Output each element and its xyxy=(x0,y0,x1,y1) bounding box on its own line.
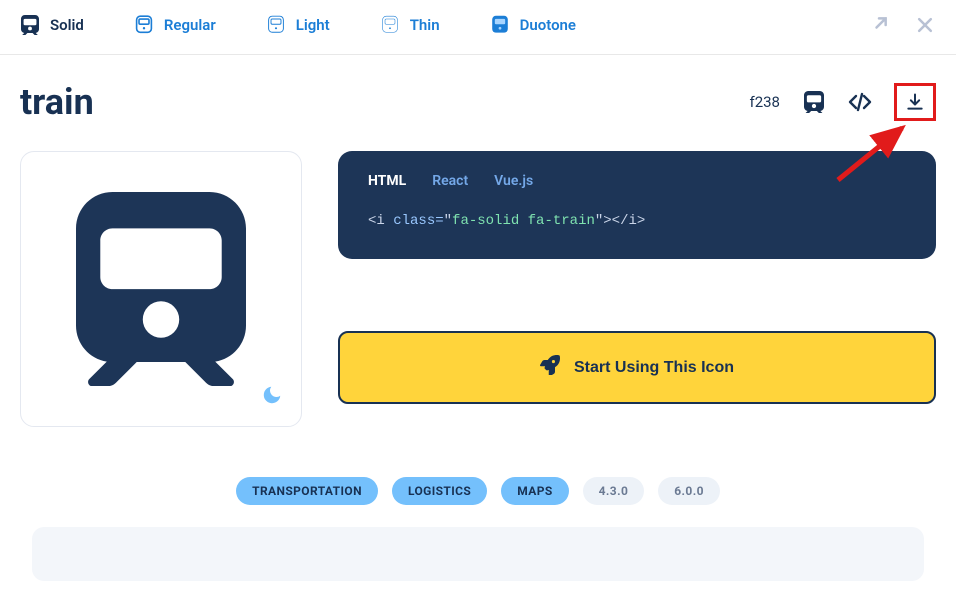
copy-glyph-button[interactable] xyxy=(802,90,826,114)
tag-logistics[interactable]: LOGISTICS xyxy=(392,477,487,505)
icon-header: train f238 xyxy=(20,81,936,123)
download-button[interactable] xyxy=(894,83,936,121)
dark-mode-toggle[interactable] xyxy=(261,384,283,412)
tag-version-430[interactable]: 4.3.0 xyxy=(583,477,645,505)
train-icon xyxy=(76,192,246,386)
codetab-vue[interactable]: Vue.js xyxy=(494,173,533,189)
open-external-icon[interactable] xyxy=(868,14,890,36)
codetab-react[interactable]: React xyxy=(432,173,468,189)
close-icon[interactable] xyxy=(914,14,936,36)
tag-version-600[interactable]: 6.0.0 xyxy=(658,477,720,505)
tab-regular[interactable]: Regular xyxy=(134,15,216,35)
cta-label: Start Using This Icon xyxy=(574,359,734,377)
tab-solid-label: Solid xyxy=(50,16,84,34)
code-icon[interactable] xyxy=(848,90,872,114)
tag-row: TRANSPORTATION LOGISTICS MAPS 4.3.0 6.0.… xyxy=(20,477,936,505)
tab-thin[interactable]: Thin xyxy=(380,15,440,35)
train-icon xyxy=(266,15,286,35)
code-snippet-box: HTML React Vue.js <i class="fa-solid fa-… xyxy=(338,151,936,259)
start-using-button[interactable]: Start Using This Icon xyxy=(338,331,936,404)
tab-duotone[interactable]: Duotone xyxy=(490,15,576,35)
train-icon xyxy=(380,15,400,35)
tab-light[interactable]: Light xyxy=(266,15,330,35)
rocket-icon xyxy=(540,355,560,380)
icon-title: train xyxy=(20,81,94,123)
footer-block xyxy=(32,527,924,581)
tab-duotone-label: Duotone xyxy=(520,16,576,34)
tab-regular-label: Regular xyxy=(164,16,216,34)
style-tabs: Solid Regular Light Thin Duotone xyxy=(0,0,956,55)
codetab-html[interactable]: HTML xyxy=(368,173,406,189)
code-snippet[interactable]: <i class="fa-solid fa-train"></i> xyxy=(368,213,906,229)
tab-solid[interactable]: Solid xyxy=(20,15,84,35)
tag-transportation[interactable]: TRANSPORTATION xyxy=(236,477,378,505)
train-icon xyxy=(20,15,40,35)
icon-preview xyxy=(20,151,302,427)
tab-light-label: Light xyxy=(296,16,330,34)
tab-thin-label: Thin xyxy=(410,16,440,34)
train-icon xyxy=(134,15,154,35)
tag-maps[interactable]: MAPS xyxy=(501,477,568,505)
unicode-code[interactable]: f238 xyxy=(749,93,780,111)
train-icon xyxy=(490,15,510,35)
